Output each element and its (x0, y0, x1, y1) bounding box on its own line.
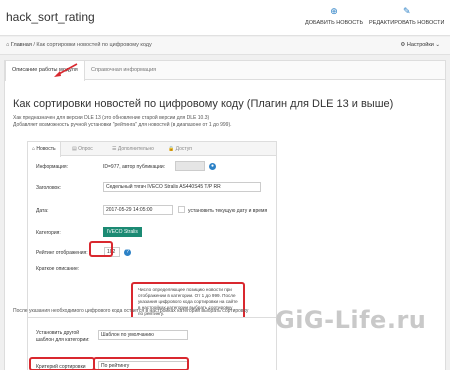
sort-label-highlight (29, 357, 95, 370)
edit-news-label: РЕДАКТИРОВАТЬ НОВОСТИ (369, 20, 445, 26)
template-select[interactable]: Шаблон по умолчанию (98, 330, 188, 340)
tab-reference[interactable]: Справочная информация (85, 61, 162, 80)
inner-tab-extra[interactable]: ☰ Дополнительно (108, 142, 158, 156)
breadcrumb-separator: / (33, 42, 35, 48)
inner-tab-news-label: Новость (36, 146, 56, 152)
inner-tab-poll-label: Опрос (78, 146, 93, 152)
sort-select-highlight (93, 357, 189, 370)
app-title: hack_sort_rating (6, 10, 95, 24)
settings-label: Настройки (406, 42, 434, 48)
info-label: Информация: (36, 164, 69, 170)
current-date-label: установить текущую дату и время (188, 208, 268, 214)
info-value: ID=977, автор публикации: (103, 164, 166, 170)
inner-tab-access-label: Доступ (175, 146, 192, 152)
breadcrumb-home[interactable]: Главная (11, 42, 32, 48)
category-tag[interactable]: IVECO Stralis (103, 227, 142, 237)
template-label: Установить другой шаблон для категории: (36, 330, 90, 343)
bottom-note: После указания необходимого цифрового ко… (13, 308, 249, 314)
settings-dropdown[interactable]: ⚙ Настройки ⌄ (400, 42, 440, 48)
title-label: Заголовок: (36, 185, 61, 191)
short-description-label: Краткое описание: (36, 266, 80, 272)
red-arrow-icon (54, 63, 78, 77)
add-news-button[interactable]: ⊕ ДОБАВИТЬ НОВОСТЬ (305, 6, 363, 26)
description-line-2: Добавляет возможность ручной установки "… (13, 122, 232, 128)
rating-highlight (89, 241, 113, 257)
breadcrumb: ⌂ Главная / Как сортировки новостей по ц… (6, 42, 152, 48)
inner-tab-extra-label: Дополнительно (117, 146, 154, 152)
description-line-1: Хак предназначен для версии DLE 13 (это … (13, 115, 210, 121)
add-news-label: ДОБАВИТЬ НОВОСТЬ (305, 20, 364, 26)
inner-tab-access[interactable]: 🔒 Доступ (164, 142, 196, 156)
title-input[interactable]: Седельный тягач IVECO Stralis AS440S45 T… (103, 182, 261, 192)
date-input[interactable]: 2017-05-29 14:05:00 (103, 205, 173, 215)
inner-tab-bar: ⌂ Новость ▤ Опрос ☰ Дополнительно 🔒 Дост… (28, 142, 276, 157)
user-icon[interactable]: ● (209, 163, 216, 170)
plus-icon: ⊕ (330, 6, 338, 16)
edit-news-button[interactable]: ✎ РЕДАКТИРОВАТЬ НОВОСТИ (369, 6, 444, 26)
help-icon[interactable]: ? (124, 249, 131, 256)
top-bar: hack_sort_rating ⊕ ДОБАВИТЬ НОВОСТЬ ✎ РЕ… (0, 0, 450, 36)
page-title: Как сортировки новостей по цифровому код… (13, 98, 394, 110)
rating-label: Рейтинг отображения: (36, 250, 88, 256)
category-label: Категория: (36, 230, 61, 236)
watermark: GiG-Life.ru (275, 306, 427, 334)
inner-tab-news[interactable]: ⌂ Новость (28, 142, 61, 157)
author-field (175, 161, 205, 171)
home-icon: ⌂ (6, 42, 10, 48)
gear-icon: ⚙ (400, 42, 406, 48)
edit-icon: ✎ (402, 6, 411, 16)
current-date-checkbox[interactable] (178, 206, 185, 213)
date-label: Дата: (36, 208, 49, 214)
breadcrumb-current: Как сортировки новостей по цифровому код… (36, 42, 152, 48)
chevron-down-icon: ⌄ (435, 42, 440, 48)
breadcrumb-bar: ⌂ Главная / Как сортировки новостей по ц… (0, 37, 450, 55)
inner-tab-poll[interactable]: ▤ Опрос (68, 142, 97, 156)
